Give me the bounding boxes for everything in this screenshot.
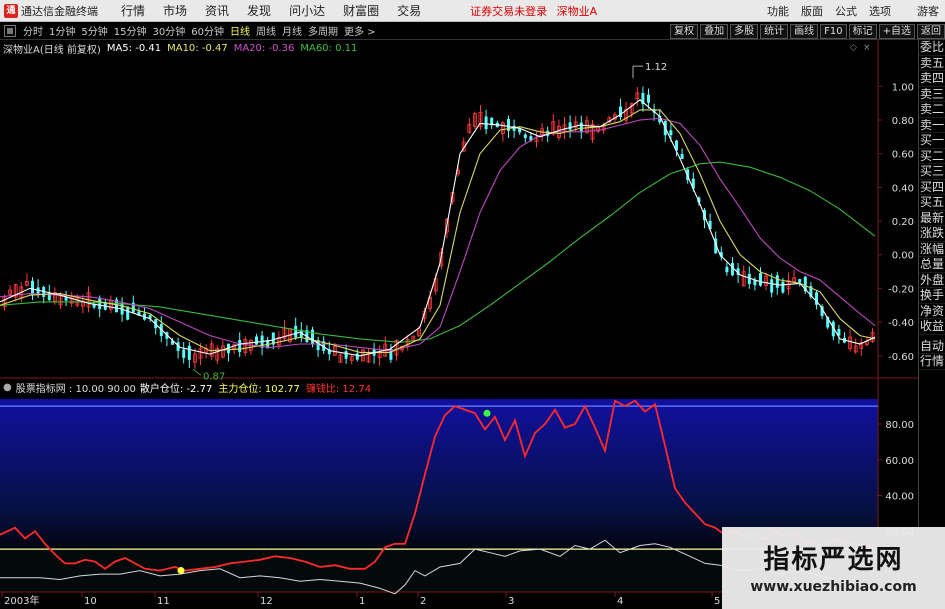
indicator-settings-icon[interactable]: ● [3, 382, 12, 393]
candle-down [798, 279, 802, 283]
ma60-line [0, 161, 876, 343]
sidebar-item[interactable]: 买四 [919, 180, 945, 195]
price-tick-label: 0.20 [892, 217, 914, 228]
sidebar-item[interactable]: 卖四 [919, 71, 945, 87]
high-price-label: 1.12 [645, 62, 667, 73]
candle-down [775, 275, 779, 288]
candle-down [568, 122, 572, 130]
sidebar-item[interactable]: 卖一 [919, 118, 945, 133]
candle-down [294, 325, 298, 338]
indicator-legend-item: 镰钱比: 12.74 [305, 383, 372, 395]
price-tick-label: 0.40 [892, 183, 914, 194]
candle-down [187, 345, 191, 360]
sidebar-item[interactable]: 净资 [919, 304, 945, 319]
date-tick-label: 1 [359, 596, 365, 607]
date-tick-label: 3 [508, 596, 514, 607]
ma-legend-item: MA5: -0.41 [106, 42, 162, 54]
indicator-tick-label: 80.00 [885, 420, 914, 431]
price-tick-label: 0.80 [892, 116, 914, 127]
ma-legend: MA5: -0.41 MA10: -0.47 MA20: -0.36 MA60: 0.… [107, 43, 364, 54]
indicator-name: 股票指标网 : 10.00 90.00 [15, 383, 136, 395]
kline-chart[interactable]: 1.00 0.80 0.60 0.40 0.20 0.00 -0.20 -0.40 -0.60 8… [0, 0, 945, 609]
candle-down [355, 353, 359, 360]
date-tick-label: 4 [617, 596, 623, 607]
sidebar-item[interactable]: 收益 [919, 319, 945, 335]
watermark-title: 指标严选网 [763, 545, 904, 575]
candle-down [523, 134, 527, 139]
ma20-line [0, 117, 876, 352]
candle-down [518, 128, 522, 133]
price-tick-label: -0.60 [888, 352, 914, 363]
close-icon[interactable]: × [863, 44, 872, 53]
sidebar-item[interactable]: 最新 [919, 211, 945, 226]
ma-legend-item: MA10: -0.47 [167, 42, 228, 54]
candles [2, 86, 875, 369]
candle-down [311, 329, 314, 345]
indicator-header: ● 股票指标网 : 10.00 90.00 散户仓位: -2.77 主力仓位: 1… [0, 379, 878, 395]
main-chart-header: 深物业A(日线 前复权) MA5: -0.41 MA10: -0.47 MA20: … [0, 40, 878, 56]
low-marker [192, 368, 202, 376]
candle-down [126, 306, 130, 320]
sidebar-item[interactable]: 卖三 [919, 87, 945, 102]
sidebar-item[interactable]: 换手 [919, 288, 945, 304]
candle-down [255, 336, 258, 345]
candle-down [647, 94, 650, 103]
indicator-tick-label: 40.00 [885, 492, 914, 503]
watermark: 指标严选网 www.xuezhibiao.com [722, 527, 945, 609]
date-tick-label: 5 [714, 596, 720, 607]
indicator-signal-dot [177, 567, 185, 575]
candle-down [770, 279, 774, 293]
price-tick-label: -0.40 [888, 318, 914, 329]
candle-down [484, 116, 488, 130]
sidebar-item[interactable]: 行情 [919, 354, 945, 370]
terminal-window: 通 通达信金融终端 行情 市场 资讯 发现 问小达 财富圈 交易 证券交易未登录 深物业A … [0, 0, 945, 609]
date-tick-label: 2 [420, 596, 426, 607]
watermark-url: www.xuezhibiao.com [750, 579, 917, 595]
candle-down [669, 130, 673, 136]
ma5-line [0, 99, 876, 357]
date-tick-label: 12 [260, 596, 273, 607]
date-tick-label: 11 [157, 596, 170, 607]
candle-down [579, 122, 583, 133]
price-tick-label: -0.20 [888, 284, 914, 295]
sidebar-item[interactable]: 总量 [919, 257, 945, 273]
sidebar-item[interactable]: 卖二 [919, 102, 945, 118]
stock-name: 深物业A(日线 前复权) [3, 44, 101, 56]
indicator-signal-dot [483, 409, 491, 417]
sidebar-item[interactable]: 涨跌 [919, 226, 945, 242]
price-tick-label: 0.00 [892, 251, 914, 262]
candle-down [238, 339, 242, 353]
ma10-line [0, 109, 876, 353]
sidebar-item[interactable]: 买二 [919, 149, 945, 164]
sidebar-item[interactable]: 涨幅 [919, 242, 945, 257]
candle-down [725, 266, 729, 273]
ma-legend-item: MA60: 0.11 [300, 42, 358, 54]
candle-down [781, 281, 785, 293]
date-tick-label: 2003年 [4, 594, 39, 607]
ma-legend-item: MA20: -0.36 [233, 42, 295, 54]
quote-sidebar: 委比 卖五 卖四 卖三 卖二 卖一 买一 买二 买三 买四 买五 最新 涨跌 涨幅 总量 外盘 换手 净资 收益自动… [918, 40, 945, 609]
candle-down [759, 273, 762, 286]
candle-down [344, 351, 348, 359]
sidebar-item[interactable]: 买三 [919, 164, 945, 180]
candle-down [98, 297, 102, 310]
sidebar-item[interactable]: 自动 [919, 339, 945, 354]
indicator-tick-label: 60.00 [885, 456, 914, 467]
sidebar-item[interactable]: 委比 [919, 40, 945, 56]
indicator-legend-item: 散户仓位: -2.77 [139, 383, 213, 395]
price-tick-label: 1.00 [892, 82, 914, 93]
indicator-legend: 散户仓位: -2.77 主力仓位: 102.77 镰钱比: 12.74 [140, 380, 377, 395]
sidebar-item[interactable]: 买一 [919, 133, 945, 149]
diamond-icon[interactable]: ◇ [850, 44, 859, 53]
indicator-legend-item: 主力仓位: 102.77 [218, 383, 300, 395]
candle-down [680, 154, 684, 160]
date-tick-label: 10 [84, 596, 97, 607]
price-tick-label: 0.60 [892, 150, 914, 161]
sidebar-item[interactable]: 买五 [919, 195, 945, 211]
sidebar-item[interactable]: 卖五 [919, 56, 945, 71]
candle-down [182, 349, 186, 358]
sidebar-item[interactable]: 外盘 [919, 273, 945, 288]
